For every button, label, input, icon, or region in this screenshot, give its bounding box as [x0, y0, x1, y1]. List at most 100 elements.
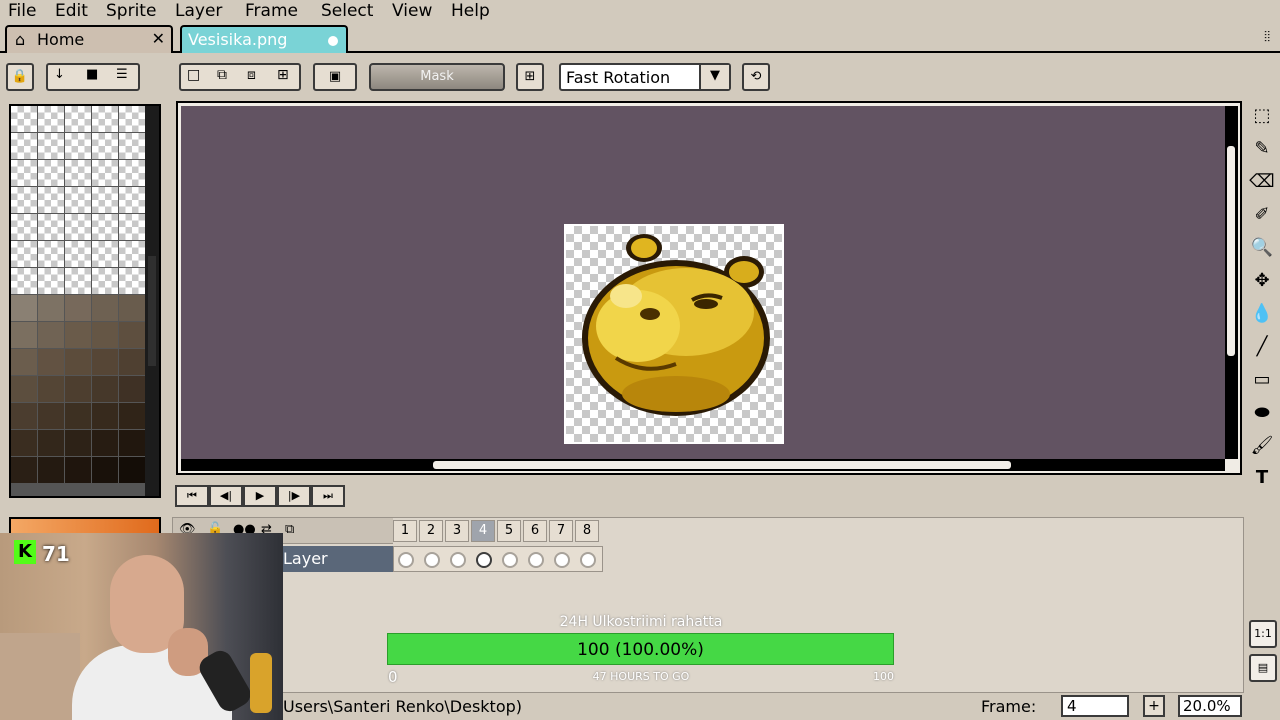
timeline-toggle-icon[interactable]: ▤	[1249, 654, 1277, 682]
cel-frame-6[interactable]	[528, 552, 544, 568]
palette-swatch[interactable]	[119, 457, 145, 483]
palette-swatch[interactable]	[38, 214, 64, 240]
palette-swatch[interactable]	[38, 187, 64, 213]
palette-swatch[interactable]	[92, 376, 118, 402]
palette-swatch[interactable]	[119, 430, 145, 456]
menu-file[interactable]: File	[8, 0, 36, 22]
frame-number-5[interactable]: 5	[497, 520, 521, 542]
palette-swatch[interactable]	[65, 295, 91, 321]
palette-swatch[interactable]	[119, 295, 145, 321]
menu-view[interactable]: View	[392, 0, 432, 22]
frame-number-1[interactable]: 1	[393, 520, 417, 542]
horizontal-scrollbar[interactable]	[181, 459, 1225, 471]
tab-vesisika[interactable]: Vesisika.png	[180, 25, 348, 53]
palette-swatch[interactable]	[65, 349, 91, 375]
palette-swatch[interactable]	[119, 133, 145, 159]
next-frame-icon[interactable]: |▶	[277, 485, 311, 507]
palette-swatch[interactable]	[11, 457, 37, 483]
rotate-icon[interactable]: ⟲	[742, 63, 770, 91]
menu-select[interactable]: Select	[321, 0, 373, 22]
palette-swatch[interactable]	[65, 322, 91, 348]
rotation-algorithm-select[interactable]: Fast Rotation ▼	[559, 63, 731, 91]
palette-swatch[interactable]	[119, 403, 145, 429]
blur-tool-icon[interactable]: 🖌	[1249, 433, 1275, 459]
palette-swatch[interactable]	[92, 295, 118, 321]
palette-swatch[interactable]	[38, 430, 64, 456]
pivot-icon[interactable]: ⊞	[516, 63, 544, 91]
palette-swatch[interactable]	[119, 214, 145, 240]
palette-swatch[interactable]	[38, 376, 64, 402]
palette-swatch[interactable]	[92, 133, 118, 159]
palette-swatch[interactable]	[11, 268, 37, 294]
cel-frame-7[interactable]	[554, 552, 570, 568]
palette-swatch[interactable]	[92, 403, 118, 429]
select-intersect-icon[interactable]: ⊞	[277, 67, 289, 83]
palette-swatch[interactable]	[11, 295, 37, 321]
palette-swatch[interactable]	[65, 241, 91, 267]
palette-swatch[interactable]	[11, 160, 37, 186]
frame-number-4[interactable]: 4	[471, 520, 495, 542]
palette-swatch[interactable]	[38, 403, 64, 429]
select-subtract-icon[interactable]: ⧈	[247, 67, 256, 83]
palette-swatch[interactable]	[92, 160, 118, 186]
previous-frame-icon[interactable]: ◀|	[209, 485, 243, 507]
palette-swatch[interactable]	[65, 160, 91, 186]
palette-swatch[interactable]	[92, 322, 118, 348]
text-tool-icon[interactable]: T	[1249, 465, 1275, 491]
palette-swatch[interactable]	[65, 133, 91, 159]
menu-frame[interactable]: Frame	[245, 0, 298, 22]
line-tool-icon[interactable]: ╱	[1249, 334, 1275, 360]
cel-frame-4[interactable]	[476, 552, 492, 568]
palette-swatch[interactable]	[38, 457, 64, 483]
palette-swatch[interactable]	[92, 214, 118, 240]
stop-icon[interactable]: ■	[86, 67, 98, 82]
onion-skin-icon[interactable]: ⧉	[285, 522, 294, 537]
palette-swatch[interactable]	[119, 160, 145, 186]
palette-swatch[interactable]	[65, 430, 91, 456]
palette-swatch[interactable]	[119, 322, 145, 348]
palette-swatch[interactable]	[11, 376, 37, 402]
menu-sprite[interactable]: Sprite	[106, 0, 156, 22]
palette-swatch[interactable]	[11, 133, 37, 159]
palette-swatch[interactable]	[92, 268, 118, 294]
frame-input[interactable]: 4	[1061, 695, 1129, 717]
palette-swatch[interactable]	[65, 376, 91, 402]
paint-bucket-tool-icon[interactable]: 💧	[1249, 301, 1275, 327]
palette-swatch[interactable]	[11, 430, 37, 456]
contour-tool-icon[interactable]: ⬬	[1249, 400, 1275, 426]
palette-swatch[interactable]	[92, 106, 118, 132]
palette-swatch[interactable]	[38, 268, 64, 294]
select-replace-icon[interactable]: □	[187, 67, 200, 83]
select-add-icon[interactable]: ⧉	[217, 67, 227, 83]
mask-color-button[interactable]: Mask	[369, 63, 505, 91]
palette-swatch[interactable]	[38, 133, 64, 159]
canvas-view[interactable]	[181, 106, 1225, 459]
vertical-scrollbar[interactable]	[1225, 106, 1238, 459]
palette-swatch[interactable]	[11, 214, 37, 240]
eyedropper-tool-icon[interactable]: ✐	[1249, 202, 1275, 228]
menu-help[interactable]: Help	[451, 0, 490, 22]
palette-swatch[interactable]	[92, 349, 118, 375]
palette-swatch[interactable]	[11, 106, 37, 132]
palette-swatch[interactable]	[11, 241, 37, 267]
eraser-tool-icon[interactable]: ⌫	[1249, 169, 1275, 195]
lock-icon[interactable]: 🔒	[6, 63, 34, 91]
palette-scrollbar[interactable]	[145, 106, 159, 496]
palette-swatch[interactable]	[65, 403, 91, 429]
menu-edit[interactable]: Edit	[55, 0, 88, 22]
palette-scroll-thumb[interactable]	[148, 256, 156, 366]
palette-swatch[interactable]	[11, 349, 37, 375]
menu-icon[interactable]: ☰	[116, 67, 128, 82]
first-frame-icon[interactable]: ⏮	[175, 485, 209, 507]
vertical-scroll-thumb[interactable]	[1227, 146, 1235, 356]
palette-swatch[interactable]	[119, 241, 145, 267]
palette-swatch[interactable]	[65, 106, 91, 132]
palette-swatch[interactable]	[65, 268, 91, 294]
palette-swatch[interactable]	[119, 376, 145, 402]
palette-swatch[interactable]	[11, 187, 37, 213]
marquee-tool-icon[interactable]: ⬚	[1249, 103, 1275, 129]
download-icon[interactable]: ↓	[54, 67, 65, 82]
palette-swatch[interactable]	[92, 457, 118, 483]
sprite-canvas[interactable]	[564, 224, 784, 444]
palette-swatch[interactable]	[38, 295, 64, 321]
